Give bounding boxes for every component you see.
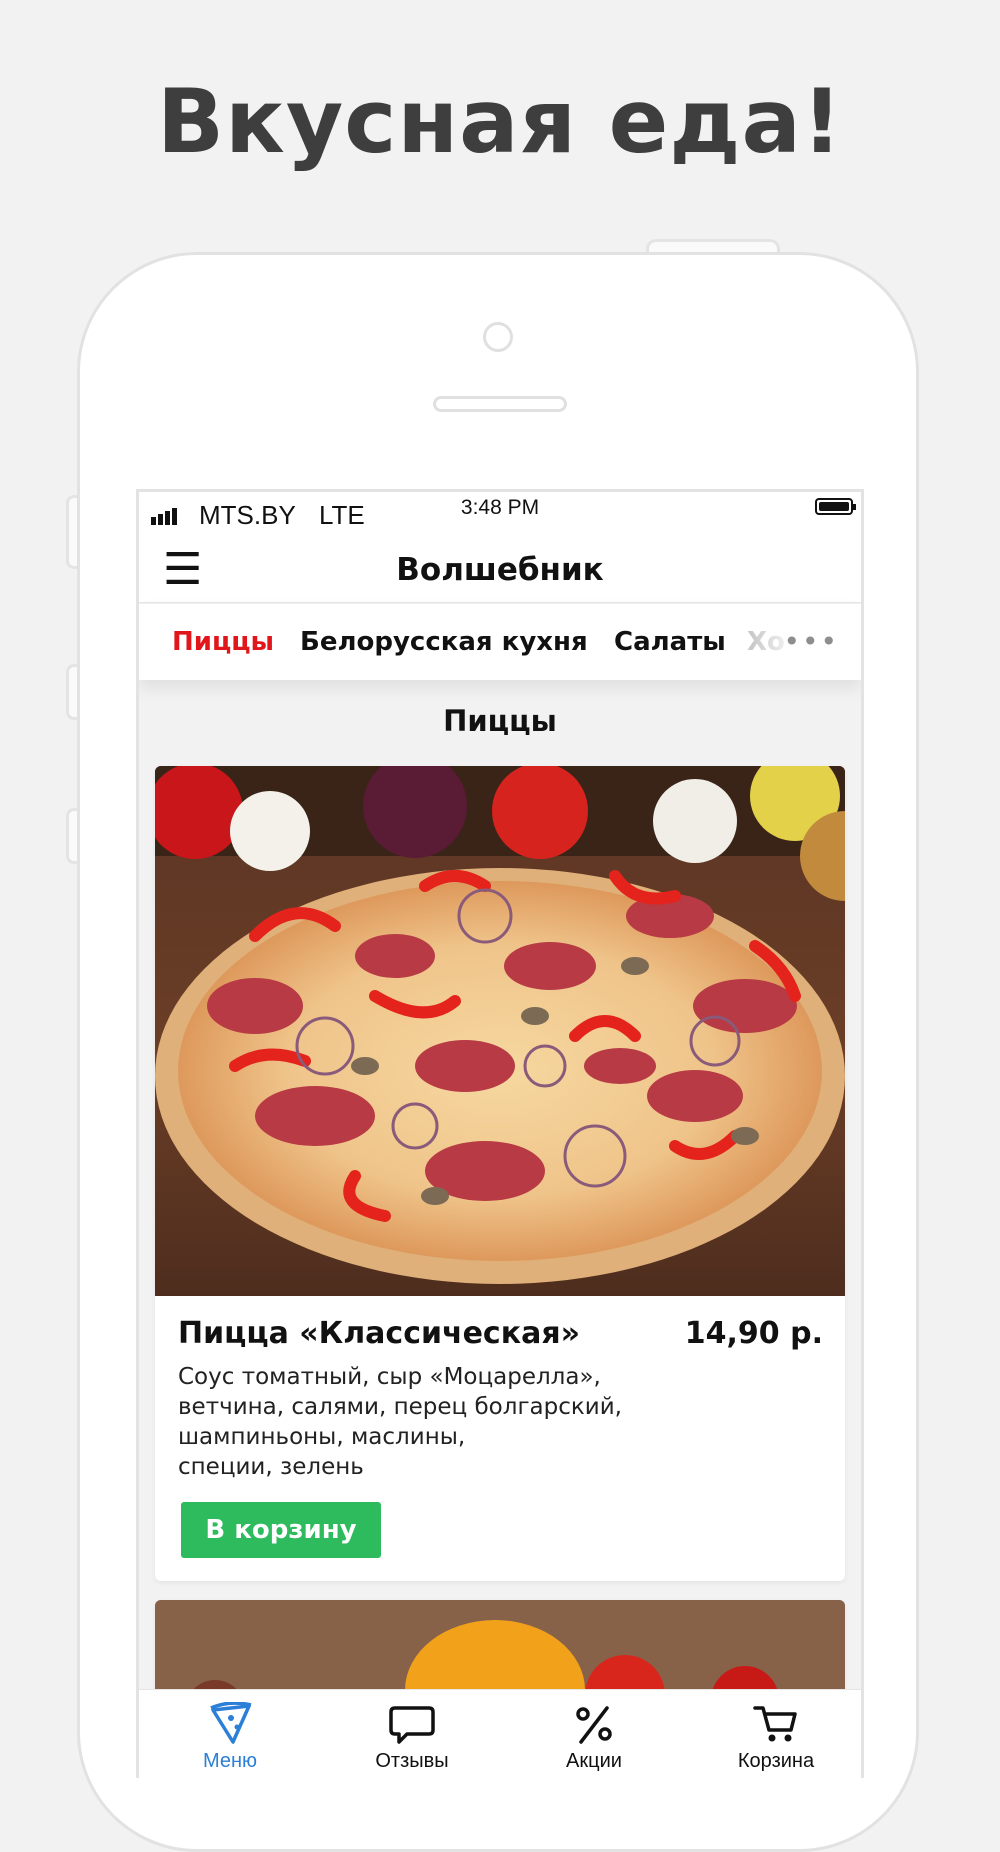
chat-bubble-icon [389,1706,435,1744]
phone-speaker [433,396,567,412]
status-bar: MTS.BY LTE 3:48 PM [139,492,861,538]
tab-promotions-label: Акции [566,1750,622,1772]
tab-pizza[interactable]: Пиццы [172,604,274,680]
more-horizontal-icon[interactable]: ••• [783,604,839,680]
app-header: ☰ Волшебник [139,538,861,603]
section-title: Пиццы [443,704,557,738]
tab-promotions[interactable]: Акции [503,1690,685,1778]
status-time: 3:48 PM [460,496,540,519]
bottom-tab-bar: Меню Отзывы Акции Корзина [139,1689,861,1778]
tab-reviews[interactable]: Отзывы [321,1690,503,1778]
phone-camera [483,322,513,352]
pizza-slice-icon [210,1702,252,1744]
battery-icon [815,498,856,515]
product-info: Пицца «Классическая» 14,90 р. Соус томат… [155,1296,845,1581]
app-title: Волшебник [396,552,604,588]
tab-reviews-label: Отзывы [375,1750,449,1772]
tab-menu-label: Меню [202,1750,258,1772]
product-name[interactable]: Пицца «Классическая» [178,1316,580,1351]
product-card: Пицца «Классическая» 14,90 р. Соус томат… [155,766,845,1581]
product-description: Соус томатный, сыр «Моцарелла», ветчина,… [178,1364,622,1480]
category-tabs: Пиццы Белорусская кухня Салаты Хо ••• [139,604,861,680]
promo-headline: Вкусная еда! [157,70,843,173]
tab-menu[interactable]: Меню [139,1690,321,1778]
add-to-cart-button[interactable]: В корзину [181,1502,381,1558]
percent-icon [576,1706,612,1744]
pizza-illustration [155,766,845,1284]
app-screen: MTS.BY LTE 3:48 PM ☰ Волшебник Пиццы Бел… [136,489,864,1778]
cart-icon [753,1706,797,1742]
product-price: 14,90 р. [684,1316,823,1351]
tab-salads[interactable]: Салаты [614,604,726,680]
tab-belarusian-cuisine[interactable]: Белорусская кухня [300,604,588,680]
tab-cart-label: Корзина [737,1750,815,1772]
pizza-image[interactable] [155,766,845,1296]
tab-cart[interactable]: Корзина [685,1690,861,1778]
